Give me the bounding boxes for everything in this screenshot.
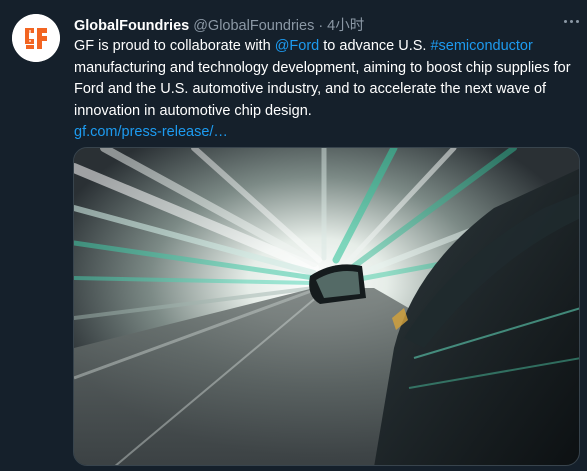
avatar[interactable] [12,14,60,62]
more-icon[interactable] [560,10,582,32]
tweet-timestamp[interactable]: 4小时 [327,14,364,35]
author-name[interactable]: GlobalFoundries [74,18,189,34]
tweet-media-image[interactable] [73,147,580,466]
hashtag-link[interactable]: #semiconductor [430,38,532,54]
press-release-link[interactable]: gf.com/press-release/… [74,124,228,140]
mention-link[interactable]: @Ford [275,38,320,54]
tweet[interactable]: GlobalFoundries @GlobalFoundries · 4小时 G… [0,0,587,471]
separator-dot: · [318,18,324,34]
tweet-text-rest: manufacturing and technology development… [74,59,571,119]
tweet-text-mid: to advance U.S. [319,38,431,54]
car-motion-photo [74,148,579,465]
author-handle[interactable]: @GlobalFoundries [193,18,314,34]
tweet-text: GF is proud to collaborate with @Ford to… [74,36,579,144]
tweet-header: GlobalFoundries @GlobalFoundries · 4小时 [74,14,364,35]
tweet-text-intro: GF is proud to collaborate with [74,38,275,54]
globalfoundries-logo-icon [12,14,60,62]
